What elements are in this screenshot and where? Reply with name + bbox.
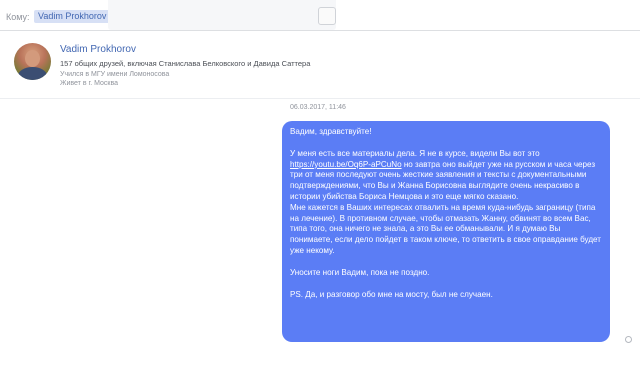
message-bubble: Вадим, здравствуйте! У меня есть все мат… (282, 121, 610, 342)
message-paragraph-3: Уносите ноги Вадим, пока не поздно. (290, 267, 430, 277)
profile-name[interactable]: Vadim Prokhorov (60, 44, 136, 55)
avatar[interactable] (14, 43, 51, 80)
faded-banner (108, 0, 336, 30)
faded-banner-button (318, 7, 336, 25)
location-info: Живет в г. Москва (60, 80, 118, 87)
message-greeting: Вадим, здравствуйте! (290, 127, 372, 136)
message-paragraph-1: У меня есть все материалы дела. Я не в к… (290, 148, 596, 201)
message-paragraph-2: Мне кажется в Ваших интересах отвалить н… (290, 202, 601, 255)
seen-status-icon (625, 336, 632, 343)
to-label: Кому: (6, 12, 30, 22)
recipient-chip[interactable]: Vadim Prokhorov (34, 10, 111, 23)
mutual-friends: 157 общих друзей, включая Станислава Бел… (60, 59, 311, 68)
message-paragraph-4: PS. Да, и разговор обо мне на мосту, был… (290, 289, 493, 299)
message-timestamp: 06.03.2017, 11:46 (290, 104, 346, 111)
recipient-bar: Кому: Vadim Prokhorov (0, 0, 640, 31)
education-info: Учился в МГУ имени Ломоносова (60, 71, 170, 78)
video-link[interactable]: https://youtu.be/Oq6P-aPCuNo (290, 160, 402, 169)
